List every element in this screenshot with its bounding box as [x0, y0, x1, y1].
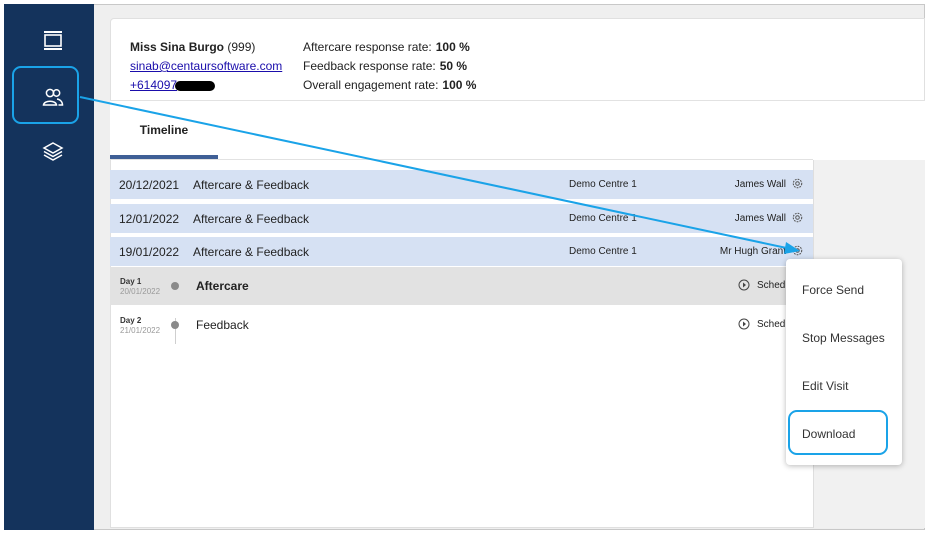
gear-icon[interactable] [791, 177, 804, 190]
timeline-day-row[interactable]: Day 2 21/01/2022 Feedback Sched [110, 306, 813, 344]
day-date: 20/01/2022 [120, 287, 161, 296]
gear-icon[interactable] [791, 211, 804, 224]
tabs-divider [110, 159, 813, 160]
rate-label: Aftercare response rate: [303, 40, 432, 54]
patient-phone-link[interactable]: +614097 [130, 78, 177, 92]
nav-layers-icon[interactable] [40, 138, 66, 164]
download-callout [788, 410, 888, 455]
users-nav-callout [12, 66, 79, 124]
rate-label: Feedback response rate: [303, 59, 436, 73]
rate-value: 100 % [442, 78, 477, 92]
visit-date: 12/01/2022 [119, 212, 180, 226]
day-message: Feedback [196, 318, 249, 332]
timeline-dot [171, 321, 179, 329]
feedback-rate: Feedback response rate: 50 % [303, 57, 476, 76]
tab-bar [218, 101, 925, 160]
tab-timeline[interactable]: Timeline [110, 101, 218, 160]
window-icon [44, 31, 62, 50]
visit-centre: Demo Centre 1 [569, 179, 637, 190]
engagement-rates: Aftercare response rate: 100 % Feedback r… [303, 38, 476, 95]
visit-date: 19/01/2022 [119, 245, 180, 259]
clock-icon [738, 279, 750, 291]
rate-label: Overall engagement rate: [303, 78, 439, 92]
visit-date: 20/12/2021 [119, 178, 180, 192]
timeline-day-row[interactable]: Day 1 20/01/2022 Aftercare Sched [110, 267, 813, 305]
visit-centre: Demo Centre 1 [569, 246, 637, 257]
visit-type: Aftercare & Feedback [193, 212, 310, 226]
layers-icon [42, 142, 64, 161]
day-label: Day 1 [120, 277, 142, 286]
rate-value: 100 % [435, 40, 470, 54]
visit-centre: Demo Centre 1 [569, 213, 637, 224]
rate-value: 50 % [439, 59, 468, 73]
visit-row[interactable]: 12/01/2022 Aftercare & Feedback Demo Cen… [110, 204, 813, 233]
gear-icon[interactable] [791, 244, 804, 257]
day-date: 21/01/2022 [120, 326, 161, 335]
patient-email-link[interactable]: sinab@centaursoftware.com [130, 59, 282, 73]
timeline-dot [171, 282, 179, 290]
menu-stop-messages[interactable]: Stop Messages [802, 331, 885, 345]
visit-staff: James Wall [734, 179, 786, 190]
aftercare-rate: Aftercare response rate: 100 % [303, 38, 476, 57]
patient-name: Miss Sina Burgo (999) [130, 38, 282, 57]
patient-header: Miss Sina Burgo (999) sinab@centaursoftw… [130, 38, 282, 95]
nav-window-icon[interactable] [40, 28, 66, 54]
visit-type: Aftercare & Feedback [193, 245, 310, 259]
day-status: Sched [757, 280, 786, 291]
visit-staff: James Wall [734, 213, 786, 224]
clock-icon [738, 318, 750, 330]
menu-edit-visit[interactable]: Edit Visit [802, 379, 848, 393]
visit-type: Aftercare & Feedback [193, 178, 310, 192]
redaction-mark [175, 80, 216, 91]
visit-row[interactable]: 19/01/2022 Aftercare & Feedback Demo Cen… [110, 237, 813, 266]
patient-name-text: Miss Sina Burgo [130, 40, 225, 54]
visit-staff: Mr Hugh Grant [719, 246, 786, 257]
patient-id: (999) [227, 40, 256, 54]
day-label: Day 2 [120, 316, 142, 325]
day-message: Aftercare [196, 279, 249, 293]
overall-rate: Overall engagement rate: 100 % [303, 76, 476, 95]
menu-force-send[interactable]: Force Send [802, 283, 864, 297]
day-status: Sched [757, 319, 786, 330]
visit-row[interactable]: 20/12/2021 Aftercare & Feedback Demo Cen… [110, 170, 813, 199]
